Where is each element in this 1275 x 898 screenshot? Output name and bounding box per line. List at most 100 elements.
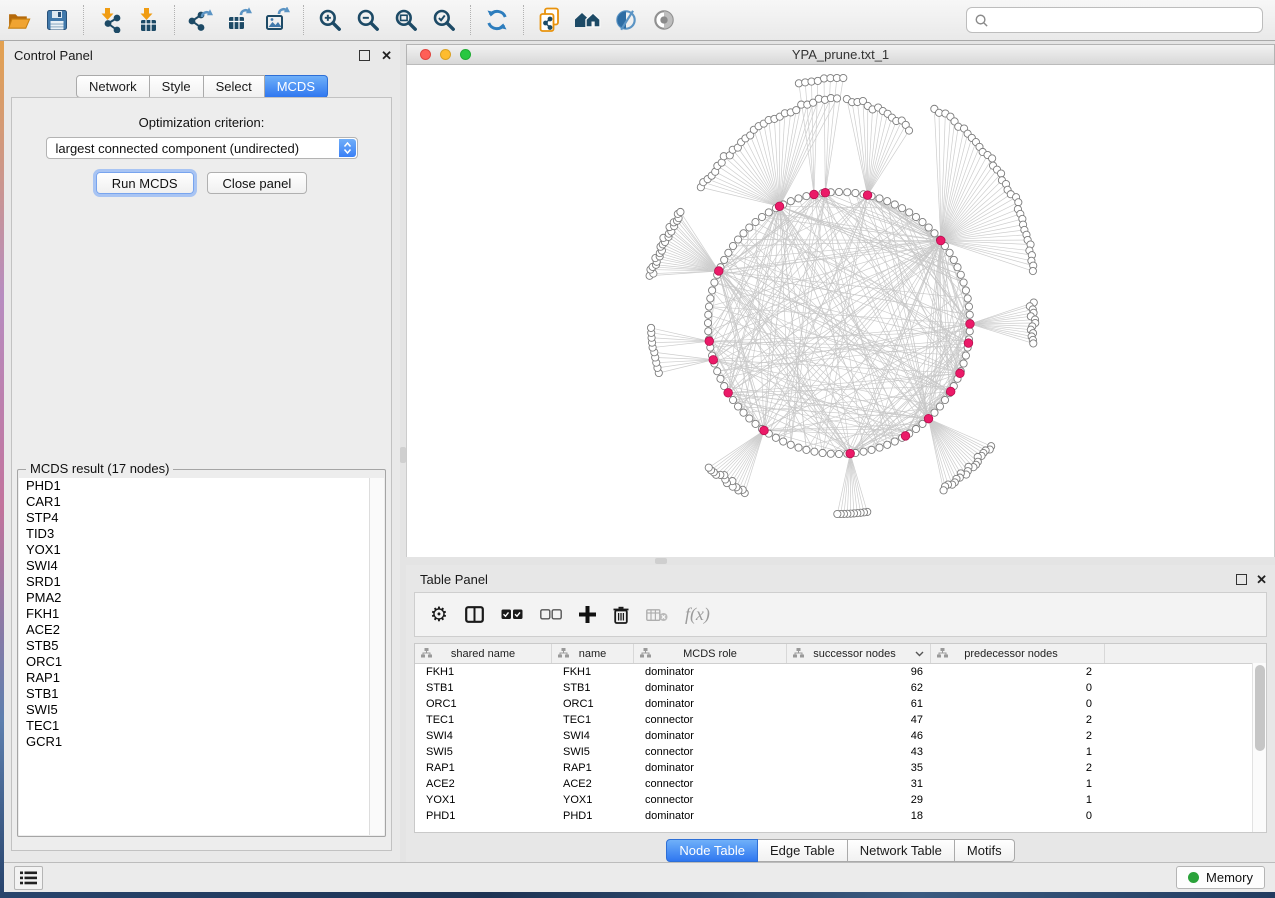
add-row-icon[interactable] [579, 606, 596, 623]
node-table[interactable]: shared namenameMCDS rolesuccessor nodesp… [414, 643, 1267, 833]
float-window-icon[interactable] [1236, 574, 1247, 585]
refresh-icon[interactable] [480, 5, 514, 35]
table-row[interactable]: ACE2ACE2connector311 [415, 776, 1266, 792]
mcds-result-item[interactable]: PMA2 [19, 590, 384, 606]
network-graph[interactable] [407, 65, 1275, 557]
select-all-checkbox-icon[interactable] [501, 609, 523, 620]
table-row[interactable]: PHD1PHD1dominator180 [415, 808, 1266, 824]
toolbar-separator [83, 5, 84, 35]
zoom-traffic-light[interactable] [460, 49, 471, 60]
import-table-icon[interactable] [131, 5, 165, 35]
mcds-result-item[interactable]: TID3 [19, 526, 384, 542]
tab-style[interactable]: Style [150, 75, 204, 98]
close-traffic-light[interactable] [420, 49, 431, 60]
column-header-name[interactable]: name [552, 644, 634, 663]
cell-shared_name: STB1 [415, 680, 552, 696]
column-header-predecessor-nodes[interactable]: predecessor nodes [931, 644, 1105, 663]
table-row[interactable]: SWI4SWI4dominator462 [415, 728, 1266, 744]
table-row[interactable]: RAP1RAP1dominator352 [415, 760, 1266, 776]
column-header-successor-nodes[interactable]: successor nodes [787, 644, 931, 663]
mcds-result-item[interactable]: SWI4 [19, 558, 384, 574]
search-input[interactable] [994, 10, 1262, 30]
cell-shared_name: ACE2 [415, 776, 552, 792]
settings-gear-icon[interactable]: ⚙ [430, 602, 448, 627]
cell-predecessor_nodes: 0 [931, 808, 1105, 824]
memory-button[interactable]: Memory [1176, 866, 1265, 889]
mcds-result-item[interactable]: STB1 [19, 686, 384, 702]
cell-successor_nodes: 46 [787, 728, 931, 744]
cell-mcds_role: dominator [634, 680, 787, 696]
mcds-list-scrollbar[interactable] [369, 478, 384, 835]
mcds-result-item[interactable]: ACE2 [19, 622, 384, 638]
export-table-icon[interactable] [222, 5, 256, 35]
network-window-titlebar[interactable]: YPA_prune.txt_1 [406, 44, 1275, 65]
cell-predecessor_nodes: 0 [931, 680, 1105, 696]
mcds-result-item[interactable]: TEC1 [19, 718, 384, 734]
show-columns-icon[interactable] [465, 606, 484, 623]
tab-network[interactable]: Network [76, 75, 150, 98]
table-row[interactable]: SWI5SWI5connector431 [415, 744, 1266, 760]
table-row[interactable]: YOX1YOX1connector291 [415, 792, 1266, 808]
cell-predecessor_nodes: 1 [931, 792, 1105, 808]
column-header-shared-name[interactable]: shared name [415, 644, 552, 663]
delete-table-icon [646, 608, 668, 622]
mcds-result-item[interactable]: STP4 [19, 510, 384, 526]
mcds-result-item[interactable]: STB5 [19, 638, 384, 654]
cell-successor_nodes: 29 [787, 792, 931, 808]
cell-mcds_role: dominator [634, 696, 787, 712]
export-network-icon[interactable] [184, 5, 218, 35]
deselect-all-checkbox-icon[interactable] [540, 609, 562, 620]
tab-node-table[interactable]: Node Table [666, 839, 758, 862]
network-view-window: YPA_prune.txt_1 [406, 44, 1275, 556]
run-mcds-button[interactable]: Run MCDS [96, 172, 194, 194]
zoom-selected-icon[interactable] [427, 5, 461, 35]
import-network-icon[interactable] [93, 5, 127, 35]
tab-mcds[interactable]: MCDS [265, 75, 328, 98]
zoom-out-icon[interactable] [351, 5, 385, 35]
network-canvas[interactable] [406, 65, 1275, 557]
open-file-icon[interactable] [2, 5, 36, 35]
tab-motifs[interactable]: Motifs [955, 839, 1015, 862]
mcds-result-item[interactable]: PHD1 [19, 478, 384, 494]
mcds-result-item[interactable]: CAR1 [19, 494, 384, 510]
tab-edge-table[interactable]: Edge Table [758, 839, 848, 862]
mcds-result-item[interactable]: SRD1 [19, 574, 384, 590]
status-bar: Memory [4, 862, 1275, 892]
tab-network-table[interactable]: Network Table [848, 839, 955, 862]
float-window-icon[interactable] [359, 50, 370, 61]
show-graphics-details-icon[interactable] [647, 5, 681, 35]
save-session-icon[interactable] [40, 5, 74, 35]
mcds-result-item[interactable]: YOX1 [19, 542, 384, 558]
close-panel-button[interactable]: Close panel [207, 172, 308, 194]
export-image-icon[interactable] [260, 5, 294, 35]
clone-network-icon[interactable] [533, 5, 567, 35]
table-scrollbar[interactable] [1252, 663, 1266, 832]
mcds-result-item[interactable]: FKH1 [19, 606, 384, 622]
task-history-button[interactable] [14, 866, 43, 890]
zoom-in-icon[interactable] [313, 5, 347, 35]
table-row[interactable]: TEC1TEC1connector472 [415, 712, 1266, 728]
minimize-traffic-light[interactable] [440, 49, 451, 60]
search-field[interactable] [966, 7, 1263, 33]
mcds-result-item[interactable]: SWI5 [19, 702, 384, 718]
table-scrollbar-thumb[interactable] [1255, 665, 1265, 751]
mcds-result-item[interactable]: ORC1 [19, 654, 384, 670]
mcds-result-item[interactable]: RAP1 [19, 670, 384, 686]
close-panel-icon[interactable]: ✕ [1256, 575, 1267, 584]
criterion-select[interactable]: largest connected component (undirected) [46, 137, 358, 159]
table-row[interactable]: STB1STB1dominator620 [415, 680, 1266, 696]
mcds-result-list[interactable]: PHD1CAR1STP4TID3YOX1SWI4SRD1PMA2FKH1ACE2… [19, 478, 384, 835]
mcds-result-groupbox: MCDS result (17 nodes) PHD1CAR1STP4TID3Y… [17, 469, 386, 837]
tab-select[interactable]: Select [204, 75, 265, 98]
table-row[interactable]: ORC1ORC1dominator610 [415, 696, 1266, 712]
zoom-fit-icon[interactable] [389, 5, 423, 35]
delete-row-icon[interactable] [613, 606, 629, 624]
mcds-result-item[interactable]: GCR1 [19, 734, 384, 750]
hide-graphics-details-icon[interactable] [609, 5, 643, 35]
table-row[interactable]: FKH1FKH1dominator962 [415, 664, 1266, 680]
first-neighbors-icon[interactable] [571, 5, 605, 35]
close-panel-icon[interactable]: ✕ [381, 51, 392, 60]
horizontal-splitter-handle[interactable] [655, 558, 667, 564]
criterion-selected-value: largest connected component (undirected) [56, 141, 300, 156]
column-header-MCDS-role[interactable]: MCDS role [634, 644, 787, 663]
